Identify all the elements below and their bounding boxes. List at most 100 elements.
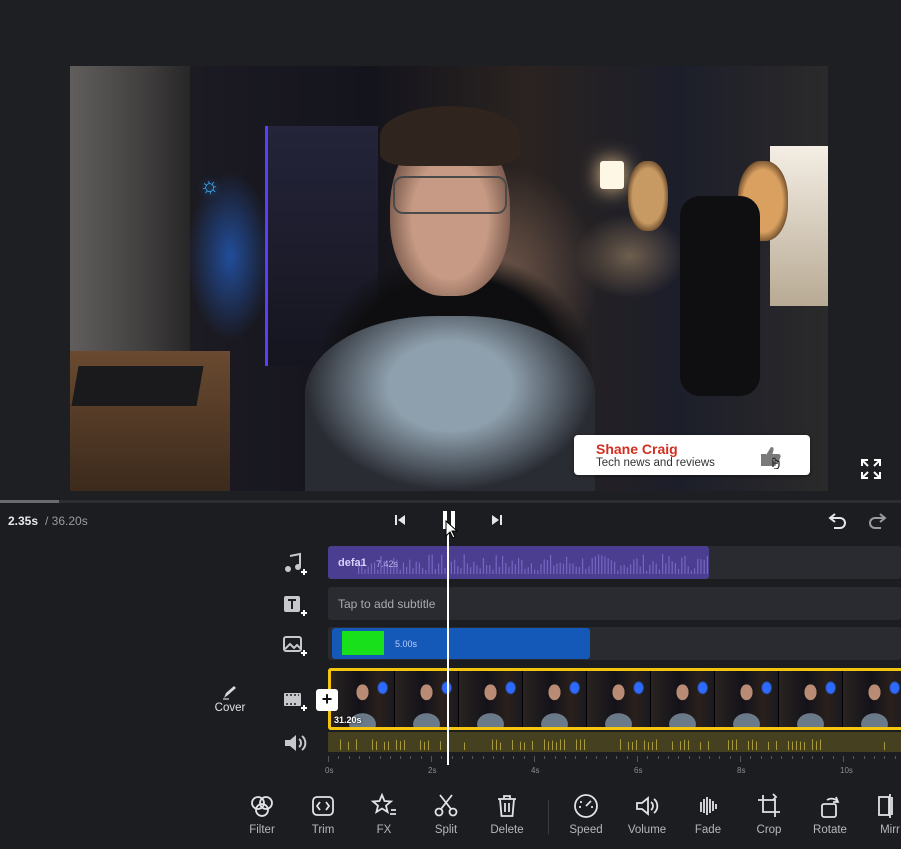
ruler-tick	[822, 756, 824, 759]
waveform-bar	[681, 557, 683, 574]
ruler-tick	[379, 756, 381, 759]
ruler-tick	[369, 756, 371, 759]
waveform-bar	[572, 563, 574, 574]
waveform-bar	[646, 570, 648, 574]
tool-trim[interactable]: Trim	[293, 792, 353, 836]
audio-tick	[796, 740, 797, 750]
add-subtitle-prompt[interactable]: Tap to add subtitle	[338, 597, 435, 611]
audio-tick	[548, 741, 549, 750]
tool-speed[interactable]: Speed	[556, 792, 616, 836]
audio-tick	[648, 742, 649, 750]
waveform-bar	[607, 558, 609, 574]
ruler-tick	[338, 756, 340, 759]
audio-tick	[520, 741, 521, 750]
waveform-bar	[703, 559, 705, 574]
music-waveform	[358, 554, 708, 574]
waveform-bar	[665, 563, 667, 574]
ruler-tick	[863, 756, 865, 759]
skip-forward-icon	[492, 515, 502, 525]
skip-back-icon	[395, 515, 405, 525]
audio-tick	[728, 740, 729, 750]
add-overlay-icon[interactable]	[282, 633, 308, 659]
waveform-bar	[562, 563, 564, 574]
waveform-bar	[399, 569, 401, 574]
music-clip[interactable]: defa1 7.42s	[328, 546, 709, 579]
fade-icon	[700, 797, 717, 815]
tool-volume[interactable]: Volume	[617, 792, 677, 836]
waveform-bar	[649, 564, 651, 574]
tool-filter[interactable]: Filter	[232, 792, 292, 836]
waveform-bar	[623, 564, 625, 574]
waveform-bar	[550, 554, 552, 574]
waveform-bar	[434, 568, 436, 574]
ruler-tick	[482, 756, 484, 759]
ruler-label: 2s	[428, 766, 437, 775]
waveform-bar	[415, 561, 417, 574]
add-music-icon[interactable]	[282, 552, 308, 578]
ruler-tick	[410, 756, 412, 759]
speaker-icon[interactable]	[282, 730, 308, 756]
filmstrip-frame	[395, 671, 459, 727]
audio-tick	[420, 740, 421, 750]
timeline-ruler[interactable]: 0s 2s 4s 6s 8s 10s	[325, 756, 901, 778]
audio-tick	[632, 741, 633, 750]
filter-icon	[251, 796, 273, 817]
audio-tick	[580, 739, 581, 750]
ruler-tick	[688, 756, 690, 759]
waveform-bar	[466, 563, 468, 574]
waveform-bar	[569, 563, 571, 574]
waveform-bar	[697, 558, 699, 574]
scene-glasses	[393, 176, 507, 214]
tool-label: Volume	[627, 824, 667, 836]
waveform-bar	[367, 566, 369, 574]
previous-frame-button[interactable]	[392, 512, 408, 528]
waveform-bar	[633, 559, 635, 574]
tool-mirr[interactable]: Mirr	[860, 792, 901, 836]
mirror-icon	[878, 794, 893, 818]
tool-label: Mirr	[880, 824, 900, 836]
pencil-icon	[223, 686, 236, 700]
ruler-tick	[461, 756, 463, 759]
tool-fade[interactable]: Fade	[678, 792, 738, 836]
video-clip-duration: 31.20s	[334, 715, 362, 725]
waveform-bar	[662, 554, 664, 574]
cover-button[interactable]: Cover	[210, 684, 250, 720]
progress-track[interactable]	[0, 500, 901, 503]
tool-split[interactable]: Split	[416, 792, 476, 836]
waveform-bar	[438, 563, 440, 574]
video-preview[interactable]: ☼	[70, 66, 828, 491]
ruler-tick	[472, 756, 474, 759]
tool-fx[interactable]: FX	[354, 792, 414, 836]
next-frame-button[interactable]	[489, 512, 505, 528]
add-text-icon[interactable]	[282, 593, 308, 619]
ruler-tick	[400, 756, 402, 759]
add-video-icon[interactable]	[282, 688, 308, 714]
audio-tick	[800, 741, 801, 750]
waveform-bar	[610, 560, 612, 574]
ruler-tick	[812, 756, 814, 759]
crop-icon	[758, 793, 780, 817]
waveform-bar	[364, 569, 366, 574]
audio-tick	[564, 739, 565, 750]
redo-button[interactable]	[866, 509, 888, 531]
tool-crop[interactable]: Crop	[739, 792, 799, 836]
ruler-label: 0s	[325, 766, 334, 775]
waveform-bar	[450, 561, 452, 574]
preview-area: ☼ Shane Craig Tech news and reviews	[0, 0, 901, 500]
video-clip[interactable]: 31.20s	[328, 668, 901, 730]
audio-tick	[628, 741, 629, 750]
waveform-bar	[476, 565, 478, 574]
mouse-cursor-icon	[445, 520, 458, 539]
undo-button[interactable]	[827, 509, 849, 531]
lower-third-overlay[interactable]: Shane Craig Tech news and reviews	[574, 435, 810, 475]
audio-tick	[700, 742, 701, 750]
audio-tick	[792, 741, 793, 750]
fullscreen-icon[interactable]	[860, 458, 882, 480]
tool-rotate[interactable]: Rotate	[800, 792, 860, 836]
playhead[interactable]	[447, 528, 449, 765]
ruler-tick	[441, 756, 443, 759]
add-clip-button[interactable]: +	[316, 689, 338, 711]
rotate-icon	[821, 796, 840, 818]
tool-delete[interactable]: Delete	[477, 792, 537, 836]
waveform-bar	[614, 561, 616, 574]
